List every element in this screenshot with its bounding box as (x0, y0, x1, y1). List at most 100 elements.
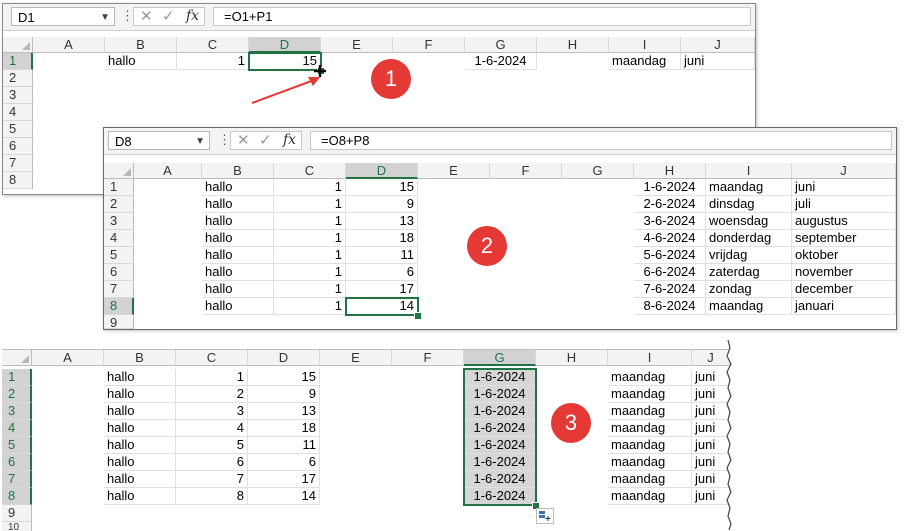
cell-b4[interactable]: hallo (104, 420, 176, 437)
col-header[interactable]: H (537, 37, 609, 53)
col-header[interactable]: J (792, 163, 896, 179)
cell-c5[interactable]: 5 (176, 437, 248, 454)
cell-d6[interactable]: 6 (248, 454, 320, 471)
formula-input[interactable]: =O8+P8 (310, 131, 892, 150)
row-header[interactable]: 7 (104, 281, 134, 298)
col-header[interactable]: B (105, 37, 177, 53)
col-header[interactable]: G (465, 37, 537, 53)
cell-b7[interactable]: hallo (202, 281, 274, 298)
cell-g6[interactable]: 1-6-2024 (464, 454, 536, 471)
cell-c2[interactable]: 1 (274, 196, 346, 213)
cell-i8[interactable]: maandag (706, 298, 792, 315)
cell-d1[interactable]: 15 (346, 179, 418, 196)
cell-g6[interactable]: 6-6-2024 (634, 264, 706, 281)
cell-i1[interactable]: maandag (608, 369, 692, 386)
cell-b8[interactable]: hallo (104, 488, 176, 505)
cell-i4[interactable]: donderdag (706, 230, 792, 247)
cell-i2[interactable]: maandag (608, 386, 692, 403)
col-header[interactable]: B (202, 163, 274, 179)
cell-c3[interactable]: 3 (176, 403, 248, 420)
formula-input[interactable]: =O1+P1 (213, 7, 751, 26)
cell-d3[interactable]: 13 (346, 213, 418, 230)
row-header[interactable]: 9 (104, 315, 134, 329)
col-header[interactable]: H (634, 163, 706, 179)
cell-d8[interactable]: 14 (248, 488, 320, 505)
col-header[interactable]: I (609, 37, 681, 53)
chevron-down-icon[interactable]: ▼ (100, 8, 110, 27)
cell-g1[interactable]: 1-6-2024 (634, 179, 706, 196)
cell-g3[interactable]: 3-6-2024 (634, 213, 706, 230)
fill-handle[interactable] (414, 312, 422, 320)
col-header[interactable]: C (274, 163, 346, 179)
cell-d3[interactable]: 13 (248, 403, 320, 420)
cell-i7[interactable]: zondag (706, 281, 792, 298)
cell-g2[interactable]: 2-6-2024 (634, 196, 706, 213)
cell-i6[interactable]: zaterdag (706, 264, 792, 281)
row-header-selected[interactable]: 5 (2, 437, 32, 454)
cell-i3[interactable]: maandag (608, 403, 692, 420)
col-header[interactable]: J (681, 37, 755, 53)
cell-b1[interactable]: hallo (105, 53, 177, 70)
cell-c3[interactable]: 1 (274, 213, 346, 230)
cell-d5[interactable]: 11 (248, 437, 320, 454)
row-header-selected[interactable]: 1 (3, 53, 33, 70)
cell-b1[interactable]: hallo (202, 179, 274, 196)
cell-g7[interactable]: 1-6-2024 (464, 471, 536, 488)
cell-d1[interactable]: 15 (248, 369, 320, 386)
row-header-selected[interactable]: 8 (2, 488, 32, 505)
row-header-selected[interactable]: 8 (104, 298, 134, 315)
cell-c1[interactable]: 1 (177, 53, 249, 70)
cell-i1[interactable]: maandag (609, 53, 681, 70)
col-header[interactable]: A (33, 37, 105, 53)
cell-j1[interactable]: juni (681, 53, 755, 70)
name-box[interactable]: D8 ▼ (108, 131, 210, 150)
cell-i2[interactable]: dinsdag (706, 196, 792, 213)
col-header[interactable]: I (706, 163, 792, 179)
cell-c1[interactable]: 1 (274, 179, 346, 196)
col-header-selected[interactable]: G (464, 350, 536, 366)
cell-b5[interactable]: hallo (202, 247, 274, 264)
row-header[interactable]: 6 (104, 264, 134, 281)
col-header-selected[interactable]: D (249, 37, 321, 53)
select-all-corner[interactable] (104, 163, 134, 179)
autofill-options-button[interactable] (536, 508, 554, 524)
cell-j7[interactable]: december (792, 281, 896, 298)
col-header[interactable]: F (490, 163, 562, 179)
chevron-down-icon[interactable]: ▼ (195, 132, 205, 151)
row-header[interactable]: 4 (104, 230, 134, 247)
cell-i6[interactable]: maandag (608, 454, 692, 471)
col-header[interactable]: C (176, 350, 248, 366)
row-header-selected[interactable]: 3 (2, 403, 32, 420)
cell-c2[interactable]: 2 (176, 386, 248, 403)
row-header[interactable]: 2 (3, 70, 33, 87)
cell-g5[interactable]: 1-6-2024 (464, 437, 536, 454)
cell-g1[interactable]: 1-6-2024 (464, 369, 536, 386)
row-header[interactable]: 9 (2, 505, 32, 522)
row-header[interactable]: 1 (104, 179, 134, 196)
row-header[interactable]: 5 (3, 121, 33, 138)
cell-c6[interactable]: 6 (176, 454, 248, 471)
cell-d1[interactable]: 15 (249, 53, 321, 70)
cell-i3[interactable]: woensdag (706, 213, 792, 230)
row-header-selected[interactable]: 4 (2, 420, 32, 437)
confirm-icon[interactable]: ✓ (162, 8, 175, 25)
cell-b6[interactable]: hallo (202, 264, 274, 281)
cell-d7[interactable]: 17 (248, 471, 320, 488)
cell-i8[interactable]: maandag (608, 488, 692, 505)
cell-d5[interactable]: 11 (346, 247, 418, 264)
row-header[interactable]: 7 (3, 155, 33, 172)
row-header[interactable]: 8 (3, 172, 33, 189)
insert-function-icon[interactable]: fx (283, 132, 296, 149)
cell-i5[interactable]: vrijdag (706, 247, 792, 264)
cell-j4[interactable]: september (792, 230, 896, 247)
cell-c4[interactable]: 4 (176, 420, 248, 437)
name-box[interactable]: D1 ▼ (11, 7, 115, 26)
cell-c1[interactable]: 1 (176, 369, 248, 386)
col-header[interactable]: E (320, 350, 392, 366)
cell-d2[interactable]: 9 (248, 386, 320, 403)
cell-c7[interactable]: 1 (274, 281, 346, 298)
col-header[interactable]: H (536, 350, 608, 366)
col-header[interactable]: G (562, 163, 634, 179)
cell-g7[interactable]: 7-6-2024 (634, 281, 706, 298)
row-header[interactable]: 4 (3, 104, 33, 121)
